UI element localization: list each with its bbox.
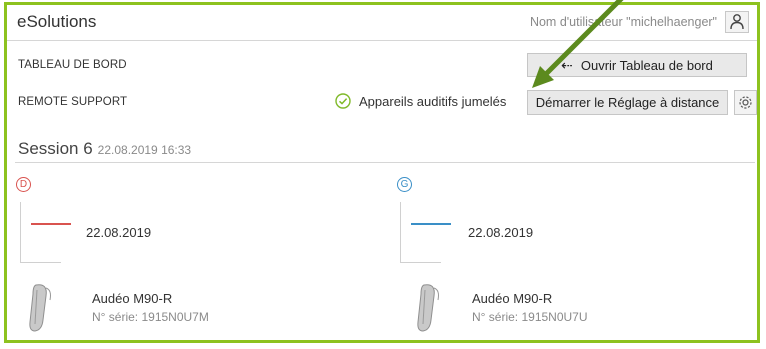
paired-status-text: Appareils auditifs jumelés	[359, 93, 507, 109]
app-window: eSolutions Nom d'utilisateur "michelhaen…	[4, 2, 760, 343]
username-label: Nom d'utilisateur "michelhaenger"	[529, 15, 717, 29]
enter-icon: ⇠	[561, 57, 573, 73]
hearing-aid-right-image	[29, 284, 51, 332]
left-device-serial: N° série: 1915N0U7U	[472, 310, 588, 324]
session-divider	[15, 162, 755, 163]
start-remote-button[interactable]: Démarrer le Réglage à distance	[527, 90, 728, 115]
right-color-line	[31, 223, 71, 225]
gear-icon	[739, 96, 752, 109]
person-icon	[730, 14, 744, 30]
remote-settings-button[interactable]	[734, 90, 757, 115]
user-account-button[interactable]	[725, 11, 749, 33]
left-color-line	[411, 223, 451, 225]
remote-support-label: REMOTE SUPPORT	[18, 96, 128, 108]
app-title: eSolutions	[17, 12, 97, 31]
paired-status: Appareils auditifs jumelés	[335, 93, 506, 109]
right-fitting-date[interactable]: 22.08.2019	[86, 225, 151, 240]
title-bar: eSolutions Nom d'utilisateur "michelhaen…	[7, 5, 757, 41]
check-circle-icon	[335, 93, 351, 109]
dashboard-label: TABLEAU DE BORD	[18, 59, 127, 71]
right-card-bracket	[20, 202, 61, 263]
session-title: Session 6	[18, 139, 93, 158]
session-heading: Session 6 22.08.2019 16:33	[18, 139, 191, 159]
left-device-model: Audéo M90-R	[472, 291, 553, 306]
session-datetime: 22.08.2019 16:33	[97, 143, 192, 157]
right-device-model: Audéo M90-R	[92, 291, 173, 306]
left-side-badge: G	[397, 177, 412, 192]
open-dashboard-button[interactable]: ⇠ Ouvrir Tableau de bord	[527, 53, 747, 77]
right-device-serial: N° série: 1915N0U7M	[92, 310, 209, 324]
left-fitting-date[interactable]: 22.08.2019	[468, 225, 533, 240]
left-card-bracket	[400, 202, 441, 263]
open-dashboard-label: Ouvrir Tableau de bord	[580, 58, 713, 73]
right-side-badge: D	[16, 177, 31, 192]
hearing-aid-left-image	[417, 284, 439, 332]
